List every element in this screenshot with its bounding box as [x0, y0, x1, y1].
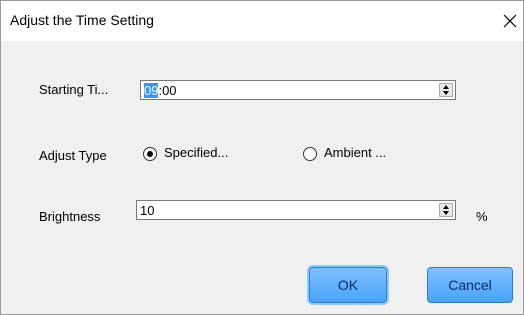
- brightness-spinner[interactable]: [439, 203, 453, 217]
- brightness-input[interactable]: 10: [136, 200, 456, 220]
- adjust-time-dialog: Adjust the Time Setting Starting Ti... 0…: [0, 0, 524, 315]
- spin-down-button[interactable]: [440, 210, 452, 216]
- ok-button[interactable]: OK: [309, 267, 387, 303]
- arrow-up-icon: [443, 85, 449, 89]
- close-button[interactable]: [497, 5, 523, 37]
- adjust-type-label: Adjust Type: [39, 148, 107, 163]
- radio-ambient[interactable]: [303, 147, 317, 161]
- arrow-up-icon: [443, 205, 449, 209]
- starting-time-spinner[interactable]: [439, 83, 453, 97]
- cancel-button[interactable]: Cancel: [427, 267, 513, 303]
- title-bar: Adjust the Time Setting: [1, 1, 523, 41]
- dialog-title: Adjust the Time Setting: [10, 12, 154, 28]
- radio-specified-label[interactable]: Specified...: [164, 145, 228, 160]
- radio-specified[interactable]: [143, 147, 157, 161]
- hour-segment[interactable]: 09: [144, 83, 159, 98]
- radio-ambient-label[interactable]: Ambient ...: [324, 145, 386, 160]
- starting-time-label: Starting Ti...: [39, 82, 109, 97]
- brightness-label: Brightness: [39, 209, 101, 224]
- starting-time-input[interactable]: 09:00: [140, 80, 456, 100]
- percent-unit: %: [476, 209, 488, 224]
- arrow-down-icon: [443, 91, 449, 95]
- spin-down-button[interactable]: [440, 90, 452, 96]
- arrow-down-icon: [443, 211, 449, 215]
- minute-segment[interactable]: :00: [158, 83, 176, 98]
- close-icon: [503, 14, 517, 28]
